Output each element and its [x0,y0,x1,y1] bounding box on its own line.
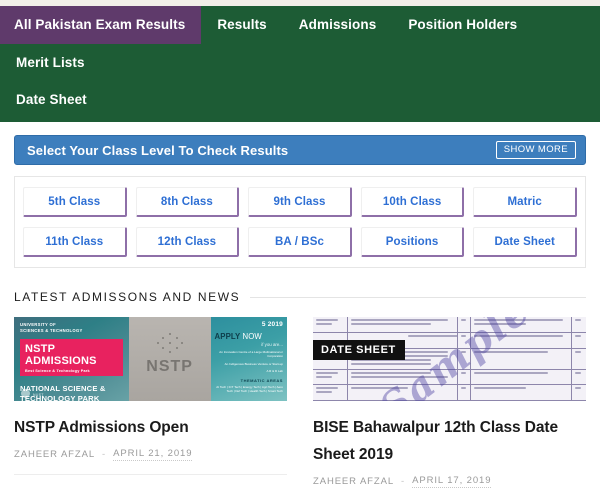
article-card[interactable]: Sample DATE SHEET BISE Bahawalpur 12th C… [313,317,586,500]
nstp-apply-light: NOW [242,332,262,341]
article-author[interactable]: ZAHEER AFZAL [14,449,95,460]
article-grid: UNIVERSITY OF SCIENCES & TECHNOLOGY NSTP… [14,317,586,500]
class-button-10th[interactable]: 10th Class [360,187,465,217]
article-date[interactable]: APRIL 21, 2019 [113,448,193,461]
nstp-left-panel: UNIVERSITY OF SCIENCES & TECHNOLOGY NSTP… [14,317,129,401]
article-author[interactable]: ZAHEER AFZAL [313,476,394,487]
table-cell [458,317,472,332]
nstp-if-you-are: if you are... [261,342,283,347]
nstp-logo-caption: NUST [33,393,44,397]
class-buttons-grid: 5th Class 8th Class 9th Class 10th Class… [23,187,577,257]
nstp-bullet-2: An Indigenous Business Venture or Start-… [224,361,283,366]
latest-section-heading: LATEST ADMISSONS AND NEWS [14,290,586,304]
article-meta: ZAHEER AFZAL - APRIL 21, 2019 [14,448,287,461]
main-navigation: All Pakistan Exam Results Results Admiss… [0,6,600,122]
table-cell [348,385,458,400]
nav-row-secondary: Date Sheet [0,82,600,120]
nav-item-admissions[interactable]: Admissions [283,6,393,44]
nstp-headline-block: NSTP ADMISSIONS Best Science & Technolog… [20,339,123,376]
table-cell [348,369,458,385]
table-row [313,317,586,333]
nstp-center-panel: NSTP [128,317,211,401]
table-cell [572,385,586,400]
class-button-positions[interactable]: Positions [360,227,465,257]
nstp-bullet-3: A R & D Lab [266,369,283,374]
nstp-apply-now: APPLY NOW [215,332,283,341]
meta-separator: - [102,449,107,460]
class-level-banner: Select Your Class Level To Check Results… [14,135,586,165]
article-divider [14,474,287,475]
page-content: Select Your Class Level To Check Results… [0,135,600,500]
nstp-subheadline: Best Science & Technology Park [25,369,90,373]
table-cell [471,317,573,332]
table-cell [458,348,472,369]
class-button-matric[interactable]: Matric [473,187,577,217]
section-heading-text: LATEST ADMISSONS AND NEWS [14,290,241,304]
date-sheet-image: Sample DATE SHEET [313,317,586,401]
nstp-thematic-label: THEMATIC AREAS [240,377,283,383]
class-buttons-panel: 5th Class 8th Class 9th Class 10th Class… [14,176,586,268]
class-button-5th[interactable]: 5th Class [23,187,127,217]
table-cell [313,385,349,400]
site-brand-link[interactable]: All Pakistan Exam Results [0,6,202,44]
nstp-dot-pattern-icon [156,333,183,353]
nav-item-results[interactable]: Results [201,6,282,44]
class-button-8th[interactable]: 8th Class [135,187,240,217]
article-title[interactable]: BISE Bahawalpur 12th Class Date Sheet 20… [313,414,586,468]
article-card[interactable]: UNIVERSITY OF SCIENCES & TECHNOLOGY NSTP… [14,317,287,500]
nstp-logo-icon [21,389,30,398]
table-cell [471,332,573,348]
table-cell [348,317,458,332]
nstp-university-line2: SCIENCES & TECHNOLOGY [20,328,83,333]
nstp-headline: NSTP ADMISSIONS [25,343,97,367]
table-cell [572,317,586,332]
table-cell [572,370,586,385]
table-row [313,369,586,386]
nav-item-merit-lists[interactable]: Merit Lists [0,44,101,82]
nstp-apply-bold: APPLY [214,332,241,341]
show-more-button[interactable]: SHOW MORE [495,141,576,159]
meta-separator: - [401,476,406,487]
nstp-banner-image: UNIVERSITY OF SCIENCES & TECHNOLOGY NSTP… [14,317,287,401]
nstp-thematic-tags: AI Tech | ICT Tech | Energy Tech | Agri … [216,384,283,393]
class-button-12th[interactable]: 12th Class [135,227,240,257]
banner-title: Select Your Class Level To Check Results [27,142,289,158]
nstp-right-panel: 5 2019 APPLY NOW if you are... An Innova… [210,317,287,401]
article-thumbnail-date-sheet[interactable]: Sample DATE SHEET [313,317,586,401]
table-cell [458,369,472,385]
nstp-bullet-1: An Innovation Centre of a Large Multinat… [219,350,283,359]
class-button-11th[interactable]: 11th Class [23,227,127,257]
nav-item-position-holders[interactable]: Position Holders [392,6,533,44]
table-cell [471,369,573,385]
article-meta: ZAHEER AFZAL - APRIL 17, 2019 [313,475,586,488]
class-button-date-sheet[interactable]: Date Sheet [473,227,577,257]
class-button-9th[interactable]: 9th Class [248,187,352,217]
table-cell [458,385,472,400]
section-heading-rule [250,296,586,298]
nav-item-date-sheet[interactable]: Date Sheet [0,82,103,120]
nav-row-primary: All Pakistan Exam Results Results Admiss… [0,6,600,82]
article-date[interactable]: APRIL 17, 2019 [412,475,492,488]
table-cell [572,333,586,348]
table-row [313,385,586,401]
table-cell [471,385,573,400]
table-cell [313,317,349,332]
table-cell [458,332,472,348]
nstp-center-word: NSTP [146,358,193,375]
table-cell [313,369,349,385]
class-button-ba-bsc[interactable]: BA / BSc [248,227,352,257]
table-cell [572,349,586,369]
article-thumbnail-nstp[interactable]: UNIVERSITY OF SCIENCES & TECHNOLOGY NSTP… [14,317,287,401]
nstp-date-badge: 5 2019 [261,321,283,328]
article-title[interactable]: NSTP Admissions Open [14,414,287,441]
date-sheet-badge: DATE SHEET [313,340,405,360]
table-cell [471,348,573,369]
